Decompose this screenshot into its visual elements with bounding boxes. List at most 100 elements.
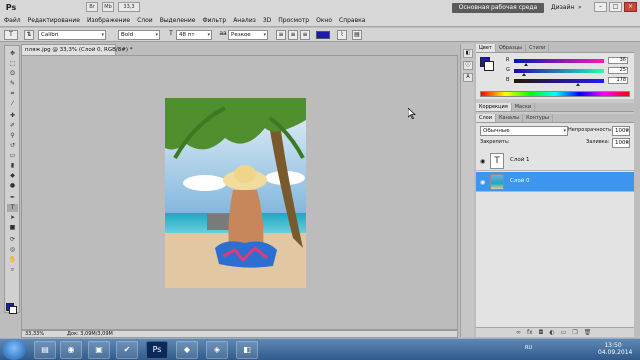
chrome-taskbar-icon[interactable]: ◉ bbox=[60, 341, 82, 359]
gradient-tool-icon[interactable]: ▮ bbox=[7, 162, 18, 170]
more-workspaces-button[interactable]: » bbox=[578, 3, 582, 13]
menu-file[interactable]: Файл bbox=[4, 16, 21, 25]
layer-style-icon[interactable]: fx bbox=[527, 328, 533, 337]
mini-bridge-button[interactable]: Mb bbox=[102, 2, 114, 12]
tab-swatches[interactable]: Образцы bbox=[496, 44, 527, 52]
tab-layers[interactable]: Слои bbox=[476, 114, 496, 122]
adjustment-layer-icon[interactable]: ◐ bbox=[549, 328, 554, 337]
color-spectrum-bar[interactable] bbox=[480, 91, 630, 97]
font-size-select[interactable]: 48 пт bbox=[176, 30, 212, 40]
lasso-tool-icon[interactable]: ʘ bbox=[7, 70, 18, 78]
green-value[interactable]: 25 bbox=[608, 67, 628, 74]
font-style-select[interactable]: Bold bbox=[118, 30, 160, 40]
menu-filter[interactable]: Фильтр bbox=[202, 16, 226, 25]
quick-selection-tool-icon[interactable]: ✎ bbox=[7, 80, 18, 88]
healing-brush-tool-icon[interactable]: ✚ bbox=[7, 112, 18, 120]
history-panel-icon[interactable]: ◧ bbox=[463, 49, 473, 58]
beach-photo-canvas[interactable] bbox=[165, 98, 306, 288]
photoshop-taskbar-icon[interactable]: Ps bbox=[146, 341, 168, 359]
antialias-select[interactable]: Резкое bbox=[228, 30, 268, 40]
blue-value[interactable]: 178 bbox=[608, 77, 628, 84]
dodge-tool-icon[interactable]: ● bbox=[7, 182, 18, 190]
hand-tool-icon[interactable]: ✋ bbox=[7, 256, 18, 264]
tab-masks[interactable]: Маски bbox=[512, 103, 536, 111]
info-panel-icon[interactable]: ⓘ bbox=[463, 61, 473, 70]
menu-analysis[interactable]: Анализ bbox=[233, 16, 256, 25]
zoom-readout[interactable]: 33,33% bbox=[25, 331, 44, 337]
menu-help[interactable]: Справка bbox=[339, 16, 365, 25]
delete-layer-icon[interactable]: 🗑 bbox=[584, 328, 592, 337]
app-taskbar-icon-3[interactable]: ◆ bbox=[176, 341, 198, 359]
tab-color[interactable]: Цвет bbox=[476, 44, 496, 52]
tab-channels[interactable]: Каналы bbox=[496, 114, 524, 122]
fill-input[interactable]: 100% bbox=[612, 138, 630, 148]
opacity-input[interactable]: 100% bbox=[612, 126, 630, 136]
app-taskbar-icon-4[interactable]: ◈ bbox=[206, 341, 228, 359]
eraser-tool-icon[interactable]: ▭ bbox=[7, 152, 18, 160]
3d-rotate-tool-icon[interactable]: ⟳ bbox=[7, 236, 18, 244]
layer-row-text[interactable]: ◉ T Слой 1 bbox=[476, 151, 634, 171]
green-knob[interactable] bbox=[522, 73, 526, 76]
clone-stamp-tool-icon[interactable]: ⚲ bbox=[7, 132, 18, 140]
path-selection-tool-icon[interactable]: ➤ bbox=[7, 214, 18, 222]
pen-tool-icon[interactable]: ✒ bbox=[7, 194, 18, 202]
blur-tool-icon[interactable]: ◆ bbox=[7, 172, 18, 180]
align-right-icon[interactable]: ≡ bbox=[300, 30, 310, 40]
close-button[interactable]: × bbox=[624, 2, 637, 12]
app-taskbar-icon-5[interactable]: ◧ bbox=[236, 341, 258, 359]
menu-view[interactable]: Просмотр bbox=[278, 16, 309, 25]
link-layers-icon[interactable]: ∞ bbox=[516, 328, 521, 337]
workspace-button[interactable]: Основная рабочая среда bbox=[452, 3, 544, 13]
photoshop-logo[interactable]: Ps bbox=[3, 2, 19, 13]
new-group-icon[interactable]: ▭ bbox=[561, 328, 567, 337]
align-left-icon[interactable]: ≡ bbox=[276, 30, 286, 40]
blue-slider[interactable]: B 178 bbox=[506, 77, 632, 86]
blue-track[interactable] bbox=[514, 79, 604, 83]
design-workspace-link[interactable]: Дизайн bbox=[551, 3, 574, 13]
start-button-icon[interactable] bbox=[2, 340, 26, 360]
explorer-taskbar-icon[interactable]: ▤ bbox=[34, 341, 56, 359]
minimize-button[interactable]: – bbox=[594, 2, 607, 12]
font-family-select[interactable]: Calibri bbox=[38, 30, 106, 40]
tab-paths[interactable]: Контуры bbox=[523, 114, 553, 122]
layer-name[interactable]: Слой 1 bbox=[510, 157, 530, 163]
background-color-swatch[interactable] bbox=[9, 306, 17, 314]
brush-tool-icon[interactable]: ✐ bbox=[7, 122, 18, 130]
crop-tool-icon[interactable]: ⌗ bbox=[7, 90, 18, 98]
3d-orbit-tool-icon[interactable]: ◎ bbox=[7, 246, 18, 254]
layer-row-image[interactable]: ◉ Слой 0 bbox=[476, 172, 634, 192]
add-mask-icon[interactable]: ◘ bbox=[539, 328, 544, 337]
marquee-tool-icon[interactable]: ⬚ bbox=[7, 60, 18, 68]
menu-window[interactable]: Окно bbox=[316, 16, 332, 25]
visibility-eye-icon[interactable]: ◉ bbox=[480, 179, 485, 186]
text-tool-preset-icon[interactable]: T bbox=[4, 30, 18, 40]
warp-text-icon[interactable]: ⌇ bbox=[337, 30, 347, 40]
menu-edit[interactable]: Редактирование bbox=[28, 16, 80, 25]
green-track[interactable] bbox=[514, 69, 604, 73]
red-value[interactable]: 36 bbox=[608, 57, 628, 64]
color-panel-background-swatch[interactable] bbox=[484, 61, 494, 71]
red-slider[interactable]: R 36 bbox=[506, 57, 632, 66]
menu-3d[interactable]: 3D bbox=[263, 16, 271, 25]
menu-select[interactable]: Выделение bbox=[160, 16, 196, 25]
language-indicator[interactable]: RU bbox=[525, 345, 532, 351]
zoom-level-button[interactable]: 33,3 bbox=[118, 2, 140, 12]
history-brush-tool-icon[interactable]: ↺ bbox=[7, 142, 18, 150]
text-color-swatch[interactable] bbox=[316, 31, 330, 39]
type-tool-icon[interactable]: T bbox=[7, 204, 18, 212]
new-layer-icon[interactable]: ❐ bbox=[572, 328, 577, 337]
shape-tool-icon[interactable]: ■ bbox=[7, 224, 18, 232]
zoom-tool-icon[interactable]: ⌕ bbox=[7, 266, 18, 274]
tab-styles[interactable]: Стили bbox=[526, 44, 550, 52]
visibility-eye-icon[interactable]: ◉ bbox=[480, 158, 485, 165]
system-clock[interactable]: 13:50 04.09.2014 bbox=[598, 342, 632, 356]
tab-adjustments[interactable]: Коррекция bbox=[476, 103, 512, 111]
align-center-icon[interactable]: ≡ bbox=[288, 30, 298, 40]
menu-layers[interactable]: Слои bbox=[137, 16, 153, 25]
eyedropper-tool-icon[interactable]: ⁄ bbox=[7, 100, 18, 108]
app-taskbar-icon-2[interactable]: ✔ bbox=[116, 341, 138, 359]
move-tool-icon[interactable]: ✥ bbox=[7, 50, 18, 58]
app-taskbar-icon[interactable]: ▣ bbox=[88, 341, 110, 359]
blend-mode-select[interactable]: Обычные bbox=[480, 126, 568, 136]
maximize-button[interactable]: □ bbox=[609, 2, 622, 12]
